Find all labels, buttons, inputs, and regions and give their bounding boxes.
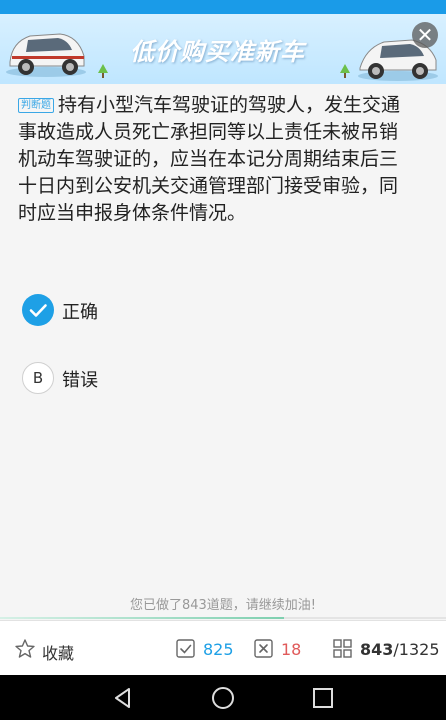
progress-bar-fill [0,617,284,619]
option-b-label: 错误 [62,370,98,391]
back-icon[interactable] [110,685,136,711]
option-b[interactable]: B 错误 [22,362,322,394]
question-counter: 843/1325 [360,640,440,659]
option-a-label: 正确 [62,302,98,323]
question-text: 持有小型汽车驾驶证的驾驶人，发生交通事故造成人员死亡承担同等以上责任未被吊销机动… [18,94,401,224]
total-question-count: /1325 [393,640,440,659]
question-type-tag: 判断题 [18,98,54,113]
correct-count-button[interactable]: 825 [175,638,234,660]
car-image-left [6,33,86,77]
current-question-number: 843 [360,640,394,659]
favorite-label: 收藏 [42,644,75,663]
bottom-toolbar: 收藏 825 18 843/1325 [0,620,446,675]
close-ad-button[interactable]: ✕ [412,22,438,48]
home-icon[interactable] [210,685,236,711]
option-a[interactable]: 正确 [22,294,322,326]
wrong-count-button[interactable]: 18 [253,638,301,660]
check-icon [22,294,54,326]
wrong-count: 18 [281,640,302,659]
progress-bar [0,617,446,619]
recents-icon[interactable] [310,685,336,711]
status-bar [0,0,446,14]
checkbox-icon [176,639,195,658]
x-box-icon [254,639,273,658]
android-nav-bar [0,675,446,720]
question-index-button[interactable]: 843/1325 [332,638,440,660]
progress-message: 您已做了843道题，请继续加油! [129,598,317,613]
favorite-button[interactable]: 收藏 [14,638,74,663]
correct-count: 825 [203,640,234,659]
question-text-block: 判断题 持有小型汽车驾驶证的驾驶人，发生交通事故造成人员死亡承担同等以上责任未被吊… [18,92,413,227]
tree-icon [98,64,108,78]
banner-slogan: 低价购买准新车 [130,38,305,66]
tree-icon [340,64,350,78]
ad-banner[interactable]: 低价购买准新车 ✕ [0,14,446,84]
option-b-letter: B [22,362,54,394]
star-icon [15,639,35,658]
grid-icon [333,639,352,658]
